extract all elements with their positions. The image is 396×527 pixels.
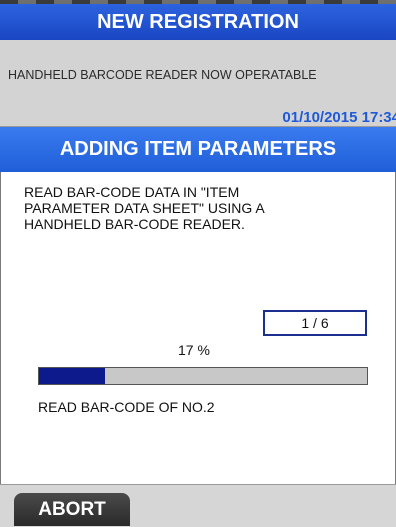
title-bar: NEW REGISTRATION bbox=[0, 4, 396, 40]
step-message: READ BAR-CODE OF NO.2 bbox=[38, 399, 215, 415]
item-counter: 1 / 6 bbox=[263, 310, 367, 336]
item-counter-value: 1 / 6 bbox=[301, 315, 329, 331]
progress-bar bbox=[38, 367, 368, 385]
page-title: NEW REGISTRATION bbox=[97, 10, 299, 33]
abort-button[interactable]: ABORT bbox=[14, 493, 130, 526]
status-message: HANDHELD BARCODE READER NOW OPERATABLE bbox=[8, 68, 317, 82]
instruction-text: READ BAR-CODE DATA IN "ITEM PARAMETER DA… bbox=[24, 184, 265, 232]
section-header: ADDING ITEM PARAMETERS bbox=[0, 127, 396, 172]
section-title: ADDING ITEM PARAMETERS bbox=[59, 138, 337, 160]
info-panel: HANDHELD BARCODE READER NOW OPERATABLE 0… bbox=[0, 40, 396, 127]
timestamp: 01/10/2015 17:34 bbox=[282, 109, 396, 126]
abort-button-label: ABORT bbox=[38, 498, 106, 520]
progress-percent: 17 % bbox=[178, 342, 210, 358]
progress-bar-fill bbox=[39, 368, 105, 384]
